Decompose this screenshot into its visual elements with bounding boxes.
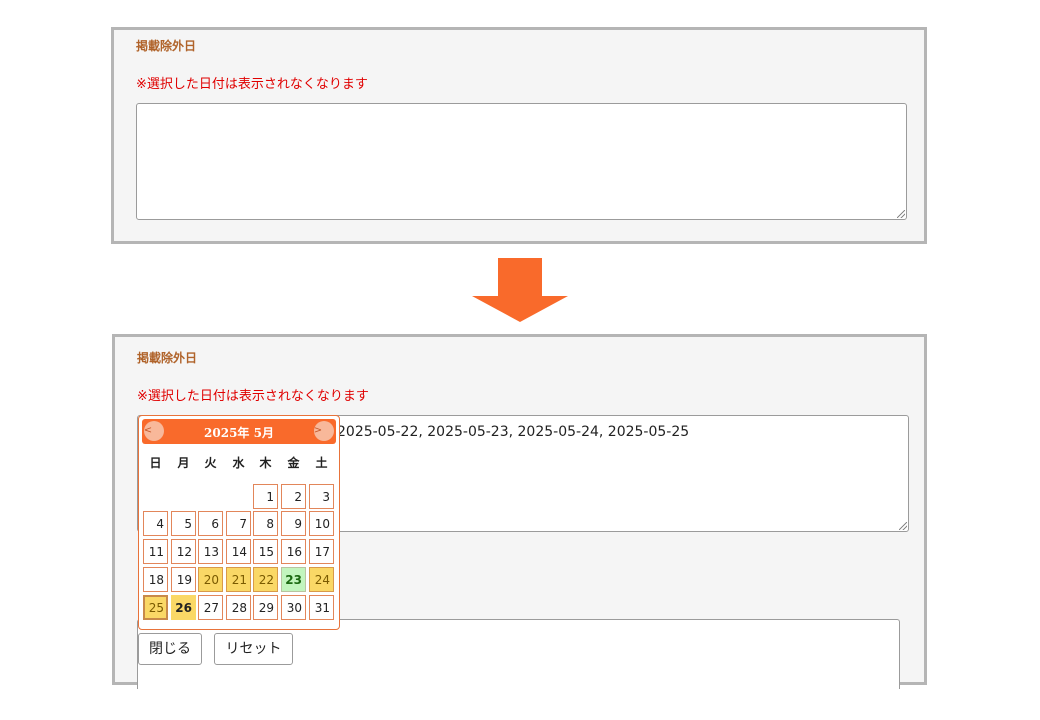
calendar-day[interactable]: 25 <box>143 595 168 620</box>
calendar-day[interactable]: 14 <box>226 539 251 564</box>
calendar-day[interactable]: 5 <box>171 511 196 536</box>
field-label: 掲載除外日 <box>136 39 197 53</box>
weekday-label: 日 <box>149 456 162 470</box>
calendar-day[interactable]: 6 <box>198 511 223 536</box>
close-button[interactable]: 閉じる <box>138 633 202 665</box>
exclusion-date-panel-before: 掲載除外日 ※選択した日付は表示されなくなります <box>111 27 927 244</box>
reset-button[interactable]: リセット <box>214 633 293 665</box>
calendar-day[interactable]: 26 <box>171 595 196 620</box>
calendar-day[interactable]: 16 <box>281 539 306 564</box>
calendar-day[interactable]: 15 <box>253 539 278 564</box>
calendar-day[interactable]: 2 <box>281 484 306 509</box>
calendar-header: < 2025年 5月 > <box>142 419 336 444</box>
calendar-day[interactable]: 29 <box>253 595 278 620</box>
weekday-label: 月 <box>177 456 190 470</box>
calendar-day[interactable]: 8 <box>253 511 278 536</box>
calendar-day[interactable]: 17 <box>309 539 334 564</box>
weekday-label: 金 <box>287 456 300 470</box>
down-arrow-icon <box>472 258 568 322</box>
calendar-day[interactable]: 9 <box>281 511 306 536</box>
excluded-dates-textarea[interactable] <box>136 103 907 220</box>
field-label: 掲載除外日 <box>137 351 198 365</box>
weekday-label: 土 <box>315 456 328 470</box>
field-note: ※選択した日付は表示されなくなります <box>136 77 368 92</box>
calendar-day[interactable]: 1 <box>253 484 278 509</box>
calendar-day[interactable]: 11 <box>143 539 168 564</box>
calendar-day[interactable]: 31 <box>309 595 334 620</box>
calendar-day[interactable]: 30 <box>281 595 306 620</box>
calendar-day[interactable]: 7 <box>226 511 251 536</box>
field-note: ※選択した日付は表示されなくなります <box>137 389 369 404</box>
calendar-day[interactable]: 13 <box>198 539 223 564</box>
calendar-day[interactable]: 23 <box>281 567 306 592</box>
calendar-day[interactable]: 27 <box>198 595 223 620</box>
calendar-day[interactable]: 10 <box>309 511 334 536</box>
calendar-day[interactable]: 20 <box>198 567 223 592</box>
calendar-day[interactable]: 22 <box>253 567 278 592</box>
exclusion-date-panel-after: 掲載除外日 ※選択した日付は表示されなくなります 2025-05-22, 202… <box>112 334 927 689</box>
calendar-day[interactable]: 24 <box>309 567 334 592</box>
calendar-day[interactable]: 4 <box>143 511 168 536</box>
calendar-day[interactable]: 18 <box>143 567 168 592</box>
calendar-day[interactable]: 12 <box>171 539 196 564</box>
calendar-day[interactable]: 3 <box>309 484 334 509</box>
chevron-right-icon: > <box>313 425 323 436</box>
calendar-day[interactable]: 21 <box>226 567 251 592</box>
calendar-day[interactable]: 19 <box>171 567 196 592</box>
resize-grip-icon[interactable] <box>897 210 905 218</box>
weekday-label: 火 <box>204 456 217 470</box>
weekday-label: 水 <box>232 456 245 470</box>
calendar-month-title: 2025年 5月 <box>204 426 274 440</box>
calendar-day[interactable]: 28 <box>226 595 251 620</box>
next-month-button[interactable]: > <box>314 421 334 441</box>
weekday-label: 木 <box>259 456 272 470</box>
date-picker-calendar[interactable]: < 2025年 5月 > 日月火水木金土 1 2 3 4 5 6 7 8 9 10 11 12 13 14… <box>138 415 340 630</box>
resize-grip-icon[interactable] <box>899 522 907 530</box>
